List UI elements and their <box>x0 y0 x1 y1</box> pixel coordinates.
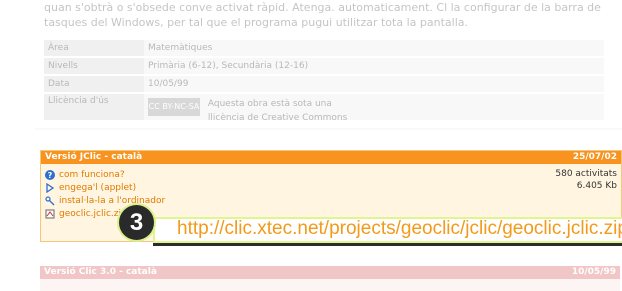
link-label[interactable]: geoclic.jclic.zip <box>59 209 127 219</box>
callout-url-label: http://clic.xtec.net/projects/geoclic/jc… <box>153 217 622 246</box>
install-icon <box>45 195 55 206</box>
meta-key: Data <box>44 76 144 92</box>
meta-value: Primària (6-12), Secundària (12-16) <box>144 58 604 74</box>
meta-key: Nivells <box>44 58 144 74</box>
meta-value: Matemàtiques <box>144 40 604 56</box>
meta-row-license: Llicència d'ús CC BY-NC-SA Aquesta obra … <box>44 94 604 123</box>
intro-paragraph: quan s'obtrà o s'obsede conve activat rà… <box>44 1 601 29</box>
link-run-applet[interactable]: engega'l (applet) <box>45 181 617 194</box>
zip-file-icon <box>45 209 55 219</box>
meta-row-date: Data 10/05/99 <box>44 76 604 92</box>
activities-count: 580 activitats <box>555 169 617 179</box>
panel-date: 10/05/99 <box>571 267 616 277</box>
panel-header: Versió JClic - català 25/07/02 <box>41 151 621 164</box>
panel-title: Versió Clic 3.0 - català <box>44 267 157 277</box>
meta-row-levels: Nivells Primària (6-12), Secundària (12-… <box>44 58 604 74</box>
svg-text:?: ? <box>48 171 53 180</box>
clic-version-panel: Versió Clic 3.0 - català 10/05/99 <box>40 266 620 291</box>
panel-title: Versió JClic - català <box>45 152 143 162</box>
applet-icon <box>45 182 55 193</box>
panel-header: Versió Clic 3.0 - català 10/05/99 <box>40 266 620 279</box>
creative-commons-badge[interactable]: CC BY-NC-SA <box>148 98 200 116</box>
meta-row-area: Àrea Matemàtiques <box>44 40 604 56</box>
link-label[interactable]: com funciona? <box>59 170 125 180</box>
license-cell: CC BY-NC-SA Aquesta obra està sota una l… <box>144 94 604 123</box>
link-label[interactable]: instal·la-la a l'ordinador <box>59 196 165 206</box>
meta-key: Llicència d'ús <box>44 94 144 120</box>
panel-stats: 580 activitats 6.405 Kb <box>555 168 617 192</box>
callout-step-badge: 3 <box>119 205 154 240</box>
panel-date: 25/07/02 <box>572 152 617 162</box>
link-how-it-works[interactable]: ? com funciona? <box>45 168 617 181</box>
separator <box>35 128 622 130</box>
page: quan s'obtrà o s'obsede conve activat rà… <box>35 0 622 291</box>
file-size: 6.405 Kb <box>576 181 617 191</box>
metadata-table: Àrea Matemàtiques Nivells Primària (6-12… <box>44 40 604 123</box>
meta-key: Àrea <box>44 40 144 56</box>
link-label[interactable]: engega'l (applet) <box>59 183 136 193</box>
help-icon: ? <box>45 169 55 180</box>
left-gutter <box>0 0 35 291</box>
meta-value: 10/05/99 <box>144 76 604 92</box>
license-text[interactable]: Aquesta obra està sota una llicència de … <box>208 97 358 125</box>
